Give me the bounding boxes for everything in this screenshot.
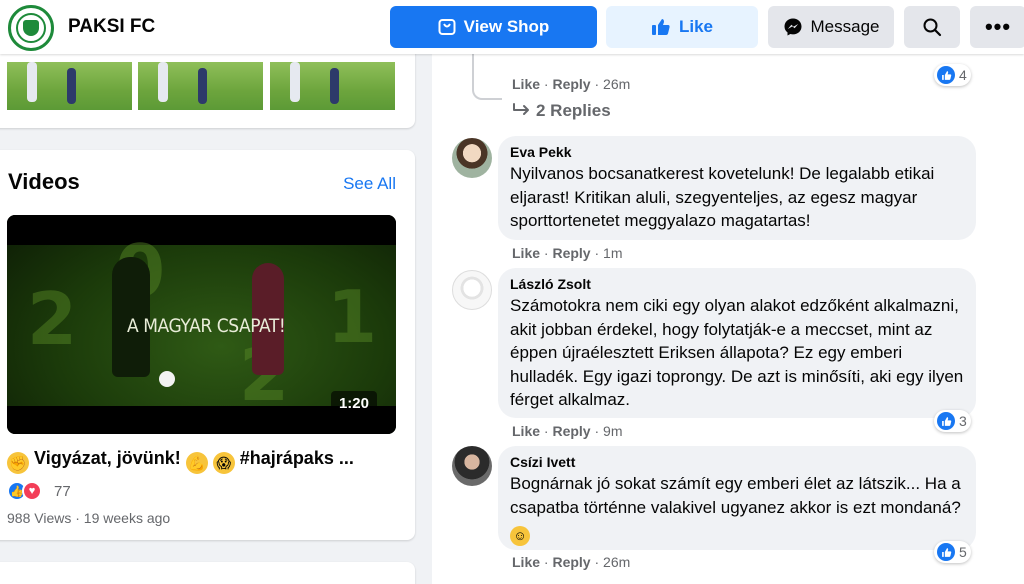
paksi-fc-logo[interactable] [8, 5, 54, 51]
separator-dot: · [590, 76, 604, 92]
like-comment-link[interactable]: Like [512, 554, 540, 570]
separator-dot: · [540, 423, 553, 439]
comment-time[interactable]: 1m [603, 245, 622, 261]
overlay-digit: 2 [27, 277, 78, 361]
video-age: 19 weeks ago [83, 510, 171, 526]
like-comment-link[interactable]: Like [512, 76, 540, 92]
comment-text: Számotokra nem ciki egy olyan alakot edz… [510, 296, 964, 409]
football [159, 371, 175, 387]
separator-dot: · [540, 554, 553, 570]
video-meta: 988 Views · 19 weeks ago [7, 510, 170, 526]
reply-comment-link[interactable]: Reply [552, 554, 590, 570]
reaction-count: 4 [959, 67, 967, 83]
comment-actions: Like · Reply · 26m [512, 76, 630, 92]
videos-card: Videos See All 2 0 2 1 A MAGYAR CSAPAT! … [0, 150, 415, 540]
view-replies-link[interactable]: 2 Replies [512, 101, 611, 121]
replies-count-label: 2 Replies [536, 101, 611, 120]
comment-reactions[interactable]: 4 [934, 64, 971, 86]
separator-dot: · [540, 76, 553, 92]
reply-arrow-icon [513, 103, 529, 115]
page-name[interactable]: PAKSI FC [68, 16, 155, 38]
thumbs-up-icon [651, 19, 670, 35]
reply-comment-link[interactable]: Reply [552, 76, 590, 92]
comment-actions: Like · Reply · 1m [512, 245, 623, 261]
comment-text: Bognárnak jó sokat számít egy emberi éle… [510, 472, 964, 546]
like-label: Like [678, 17, 714, 36]
shop-icon [438, 19, 456, 35]
view-count: 988 Views [7, 510, 72, 526]
commenter-name[interactable]: László Zsolt [510, 276, 964, 292]
messenger-icon [784, 18, 801, 36]
comment-time[interactable]: 9m [603, 423, 622, 439]
overlay-digit: 1 [327, 275, 378, 359]
comment-text-body: Bognárnak jó sokat számít egy emberi éle… [510, 474, 961, 517]
separator-dot: · [590, 423, 604, 439]
letterbox-top [7, 215, 396, 245]
separator-dot: · [590, 245, 604, 261]
commenter-avatar[interactable] [452, 446, 492, 486]
comment-reactions[interactable]: 5 [934, 541, 971, 563]
page-header: PAKSI FC View Shop Like Message ••• [0, 0, 1024, 54]
commenter-avatar[interactable] [452, 270, 492, 310]
reaction-count: 5 [959, 544, 967, 560]
video-title[interactable]: ✊ Vigyázat, jövünk! 💪 😱 #hajrápaks ... [7, 448, 354, 474]
like-reaction-icon [937, 412, 955, 430]
commenter-name[interactable]: Eva Pekk [510, 144, 964, 160]
comment-actions: Like · Reply · 26m [512, 554, 630, 570]
comment-bubble: Eva Pekk Nyilvanos bocsanatkerest kovete… [498, 136, 976, 240]
reply-comment-link[interactable]: Reply [552, 423, 590, 439]
photo-thumbnail[interactable] [7, 62, 132, 110]
message-button[interactable]: Message [768, 6, 894, 48]
search-button[interactable] [904, 6, 960, 48]
photo-thumbnail[interactable] [270, 62, 395, 110]
photo-thumbnail[interactable] [138, 62, 263, 110]
separator-dot: · [540, 245, 553, 261]
view-shop-label: View Shop [463, 17, 550, 36]
separator-dot: · [71, 510, 84, 526]
comment-reactions[interactable]: 3 [934, 410, 971, 432]
comment-time[interactable]: 26m [603, 76, 630, 92]
videos-heading: Videos [8, 169, 80, 194]
love-reaction-icon: ♥ [22, 481, 42, 501]
search-icon [923, 18, 942, 37]
comment-text: Nyilvanos bocsanatkerest kovetelunk! De … [510, 164, 935, 230]
comment-actions: Like · Reply · 9m [512, 423, 623, 439]
like-comment-link[interactable]: Like [512, 245, 540, 261]
video-duration: 1:20 [330, 391, 377, 416]
more-options-button[interactable]: ••• [970, 6, 1024, 48]
flexed-biceps-emoji-icon: 💪 [185, 452, 208, 474]
reply-thread-line [472, 54, 502, 100]
like-reaction-icon [937, 66, 955, 84]
commenter-name[interactable]: Csízi Ivett [510, 454, 964, 470]
more-icon: ••• [984, 14, 1012, 39]
separator-dot: · [590, 554, 604, 570]
like-page-button[interactable]: Like [606, 6, 758, 48]
shocked-face-emoji-icon: 😱 [212, 452, 235, 474]
commenter-avatar[interactable] [452, 138, 492, 178]
comment-bubble: László Zsolt Számotokra nem ciki egy oly… [498, 268, 976, 418]
comment-time[interactable]: 26m [603, 554, 630, 570]
view-shop-button[interactable]: View Shop [390, 6, 597, 48]
reaction-count: 3 [959, 413, 967, 429]
fist-emoji-icon: ✊ [7, 452, 29, 474]
see-all-link[interactable]: See All [343, 174, 396, 194]
comment-bubble: Csízi Ivett Bognárnak jó sokat számít eg… [498, 446, 976, 550]
video-reactions[interactable]: 👍 ♥ 77 [7, 481, 71, 501]
like-reaction-icon [937, 543, 955, 561]
message-label: Message [810, 17, 880, 36]
next-section-card [0, 562, 415, 584]
reply-comment-link[interactable]: Reply [552, 245, 590, 261]
smiley-emoji-icon: ☺ [510, 526, 530, 546]
video-title-text: Vigyázat, jövünk! [34, 448, 181, 468]
video-thumbnail[interactable]: 2 0 2 1 A MAGYAR CSAPAT! 1:20 [7, 215, 396, 434]
video-hashtag: #hajrápaks ... [239, 448, 354, 468]
video-overlay-text: A MAGYAR CSAPAT! [127, 315, 286, 337]
reaction-count: 77 [54, 482, 71, 500]
like-comment-link[interactable]: Like [512, 423, 540, 439]
